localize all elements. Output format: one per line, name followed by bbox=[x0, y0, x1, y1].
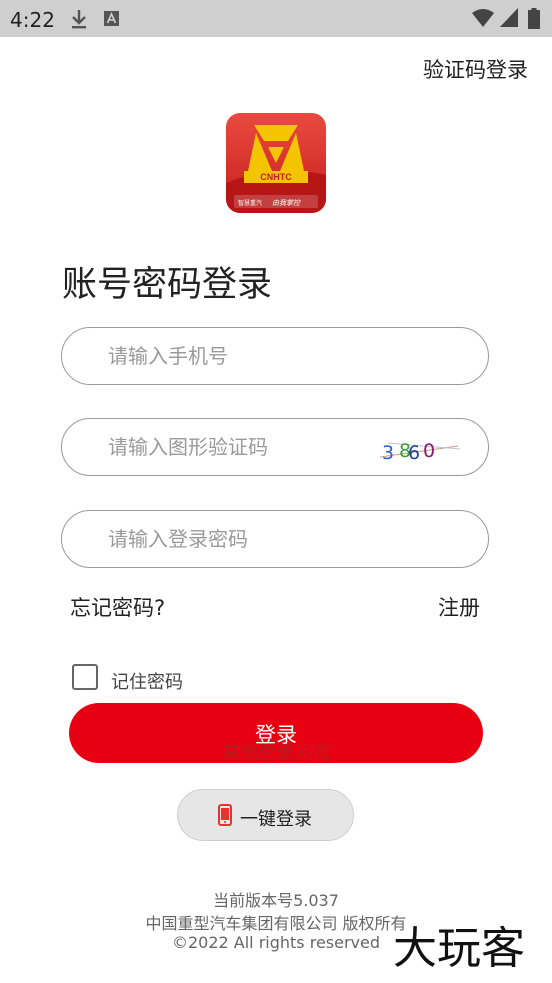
forgot-password-link[interactable]: 忘记密码? bbox=[70, 592, 165, 622]
password-field bbox=[61, 510, 489, 568]
cnhtc-logo-icon: CNHTC 智慧重汽 由我掌控 bbox=[226, 125, 326, 213]
captcha-input[interactable] bbox=[108, 419, 358, 475]
status-time: 4:22 bbox=[10, 8, 55, 32]
captcha-char-1: 3 bbox=[382, 442, 394, 464]
register-link[interactable]: 注册 bbox=[438, 592, 480, 622]
page-title: 账号密码登录 bbox=[62, 265, 273, 305]
download-icon bbox=[72, 10, 86, 29]
signal-icon bbox=[500, 8, 518, 27]
wifi-icon bbox=[472, 9, 494, 27]
remember-password-label: 记住密码 bbox=[111, 672, 183, 693]
remember-password-checkbox[interactable] bbox=[72, 664, 98, 690]
version-text: 当前版本号5.037 bbox=[213, 891, 339, 910]
captcha-field: 3 8 6 0 bbox=[61, 418, 489, 476]
phone-input[interactable] bbox=[108, 328, 358, 384]
captcha-image[interactable]: 3 8 6 0 bbox=[376, 431, 466, 465]
onekey-login-label: 一键登录 bbox=[240, 809, 312, 830]
onekey-login-button[interactable]: 一键登录 bbox=[177, 789, 354, 841]
watermark: 大玩客 bbox=[392, 922, 527, 973]
phone-icon bbox=[218, 804, 232, 826]
logo-brand-text: CNHTC bbox=[260, 172, 292, 182]
logo-slogan-left: 智慧重汽 bbox=[238, 199, 262, 207]
captcha-char-4: 0 bbox=[423, 440, 435, 462]
captcha-char-3: 6 bbox=[408, 442, 420, 464]
sms-login-link[interactable]: 验证码登录 bbox=[423, 54, 528, 84]
battery-icon bbox=[528, 8, 540, 29]
other-login-methods-label: 其他登录方式 bbox=[222, 743, 330, 764]
a-icon bbox=[104, 11, 119, 26]
phone-field bbox=[61, 327, 489, 385]
status-bar: 4:22 bbox=[0, 0, 552, 37]
app-logo: CNHTC 智慧重汽 由我掌控 bbox=[226, 113, 326, 213]
watermark-text: 大玩客 bbox=[393, 923, 525, 972]
password-input[interactable] bbox=[108, 511, 358, 567]
logo-slogan-right: 由我掌控 bbox=[272, 199, 301, 207]
